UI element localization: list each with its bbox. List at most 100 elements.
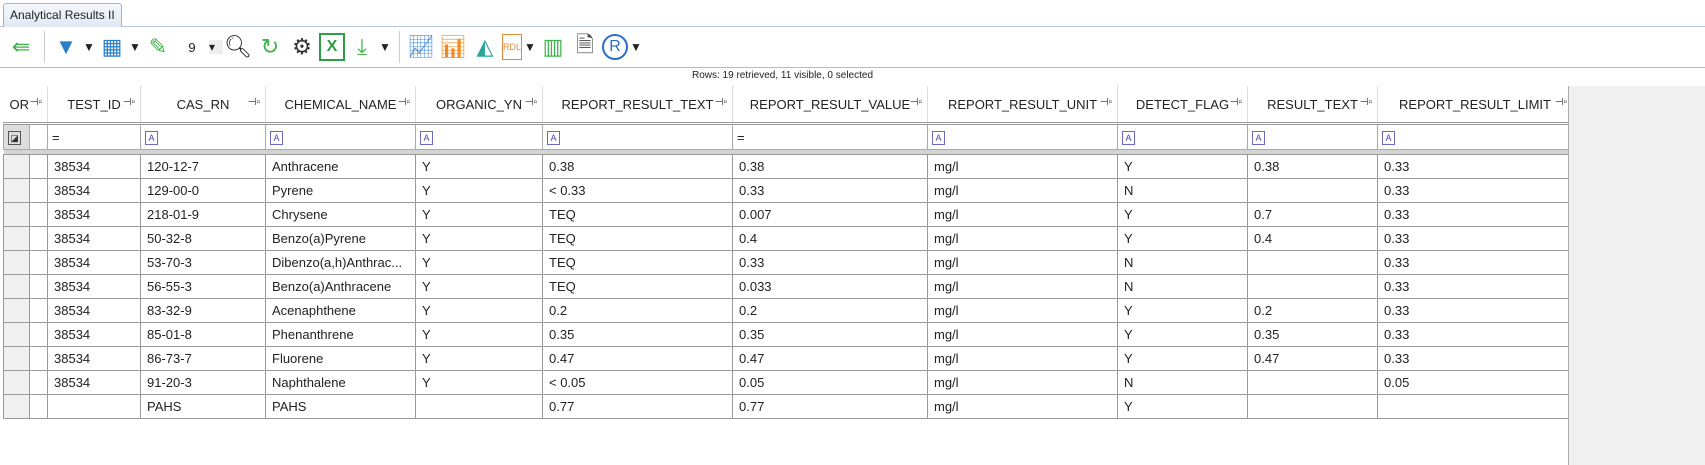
refresh-icon[interactable]: ↻ [255,32,285,62]
table-cell[interactable]: 0.33 [1377,154,1573,179]
table-cell[interactable]: 0.33 [1377,274,1573,299]
table-cell[interactable]: 86-73-7 [140,346,266,371]
table-cell[interactable]: Y [1117,394,1248,419]
table-cell[interactable]: Benzo(a)Pyrene [265,226,416,251]
pin-column-icon[interactable]: ⊣▫ [1100,97,1112,108]
pin-column-icon[interactable]: ⊣▫ [525,97,537,108]
table-cell[interactable]: 0.05 [732,370,928,395]
table-cell[interactable]: 0.35 [1247,322,1378,347]
column-header[interactable]: CHEMICAL_NAME ⊣▫ [265,86,416,124]
table-cell[interactable]: 38534 [47,346,141,371]
row-selector[interactable] [2,178,31,203]
table-cell[interactable]: 0.33 [1377,250,1573,275]
area-chart-icon[interactable]: ◭ [470,32,500,62]
excel-export-icon[interactable]: X [319,33,345,61]
table-cell[interactable]: 83-32-9 [140,298,266,323]
table-cell[interactable]: 0.47 [732,346,928,371]
rdl-report-icon[interactable]: RDL [502,34,522,60]
table-row[interactable]: 38534 53-70-3 Dibenzo(a,h)Anthrac... Y TEQ 0.… [2,250,1573,275]
equals-filter-icon[interactable]: = [737,130,745,145]
table-row[interactable]: 38534 120-12-7 Anthracene Y 0.38 0.38 mg/l Y 0.3… [2,154,1573,179]
row-selector[interactable] [2,154,31,179]
pin-column-icon[interactable]: ⊣▫ [910,97,922,108]
table-cell[interactable] [47,394,141,419]
table-cell[interactable]: 0.2 [542,298,733,323]
pin-column-icon[interactable]: ⊣▫ [123,97,135,108]
row-selector[interactable] [2,370,31,395]
table-cell[interactable]: 53-70-3 [140,250,266,275]
table-cell[interactable]: Y [415,226,543,251]
table-cell[interactable]: 0.35 [732,322,928,347]
table-cell[interactable]: Y [415,178,543,203]
filter-cell[interactable]: A [415,122,543,150]
table-cell[interactable]: 38534 [47,178,141,203]
text-filter-icon[interactable]: A [1382,131,1395,145]
table-cell[interactable]: 0.33 [1377,346,1573,371]
table-cell[interactable]: 0.33 [1377,202,1573,227]
table-cell[interactable] [1247,178,1378,203]
table-cell[interactable]: Acenaphthene [265,298,416,323]
table-cell[interactable]: 38534 [47,226,141,251]
filter-cell[interactable]: A [1247,122,1378,150]
table-cell[interactable]: Y [1117,346,1248,371]
table-cell[interactable]: 0.7 [1247,202,1378,227]
text-filter-icon[interactable]: A [1122,131,1135,145]
search-icon[interactable]: 🔍︎ [223,32,253,62]
table-cell[interactable]: mg/l [927,322,1118,347]
table-cell[interactable]: 38534 [47,274,141,299]
back-arrow-icon[interactable]: ⇚ [6,32,36,62]
filter-cell[interactable]: = [47,122,141,150]
text-filter-icon[interactable]: A [145,131,158,145]
line-chart-icon[interactable]: 📈︎ [406,32,436,62]
table-cell[interactable]: mg/l [927,298,1118,323]
table-cell[interactable]: Y [415,298,543,323]
table-cell[interactable]: 56-55-3 [140,274,266,299]
column-header[interactable]: OR ⊣▫ [3,86,48,124]
filter-cell[interactable]: A [542,122,733,150]
table-cell[interactable]: 0.47 [1247,346,1378,371]
column-header[interactable]: REPORT_RESULT_LIMIT ⊣▫ [1377,86,1573,124]
table-cell[interactable]: Anthracene [265,154,416,179]
text-filter-icon[interactable]: A [932,131,945,145]
table-cell[interactable]: Naphthalene [265,370,416,395]
table-row[interactable]: 38534 56-55-3 Benzo(a)Anthracene Y TEQ 0.033 m… [2,274,1573,299]
table-cell[interactable]: N [1117,370,1248,395]
table-cell[interactable]: Y [1117,226,1248,251]
pin-column-icon[interactable]: ⊣▫ [248,97,260,108]
table-cell[interactable]: 38534 [47,202,141,227]
filter-cell[interactable]: A [1117,122,1248,150]
table-cell[interactable]: Pyrene [265,178,416,203]
pin-column-icon[interactable]: ⊣▫ [1360,97,1372,108]
table-cell[interactable]: 0.4 [1247,226,1378,251]
filter-cell[interactable]: A [265,122,416,150]
row-selector[interactable] [2,298,31,323]
equals-filter-icon[interactable]: = [52,130,60,145]
table-cell[interactable]: TEQ [542,202,733,227]
pin-column-icon[interactable]: ⊣▫ [398,97,410,108]
filter-cell[interactable]: A [927,122,1118,150]
table-cell[interactable]: 91-20-3 [140,370,266,395]
table-cell[interactable]: 120-12-7 [140,154,266,179]
text-filter-icon[interactable]: A [1252,131,1265,145]
table-cell[interactable]: mg/l [927,178,1118,203]
r-dropdown[interactable]: ▼ [630,40,644,54]
table-cell[interactable]: N [1117,274,1248,299]
gear-icon[interactable]: ⚙ [287,32,317,62]
table-cell[interactable]: 0.33 [1377,226,1573,251]
row-selector[interactable] [2,250,31,275]
table-cell[interactable]: 0.47 [542,346,733,371]
pin-column-icon[interactable]: ⊣▫ [1230,97,1242,108]
filter-icon[interactable]: ▼ [51,32,81,62]
row-selector[interactable] [2,202,31,227]
table-cell[interactable]: 0.05 [1377,370,1573,395]
row-selector[interactable] [2,226,31,251]
text-filter-icon[interactable]: A [270,131,283,145]
table-cell[interactable]: TEQ [542,226,733,251]
table-cell[interactable] [1247,370,1378,395]
pin-column-icon[interactable]: ⊣▫ [1555,97,1567,108]
table-cell[interactable]: 0.77 [542,394,733,419]
table-cell[interactable]: PAHS [140,394,266,419]
table-cell[interactable]: Y [415,346,543,371]
table-cell[interactable] [1247,394,1378,419]
bar-chart-icon[interactable]: 📊︎ [438,32,468,62]
